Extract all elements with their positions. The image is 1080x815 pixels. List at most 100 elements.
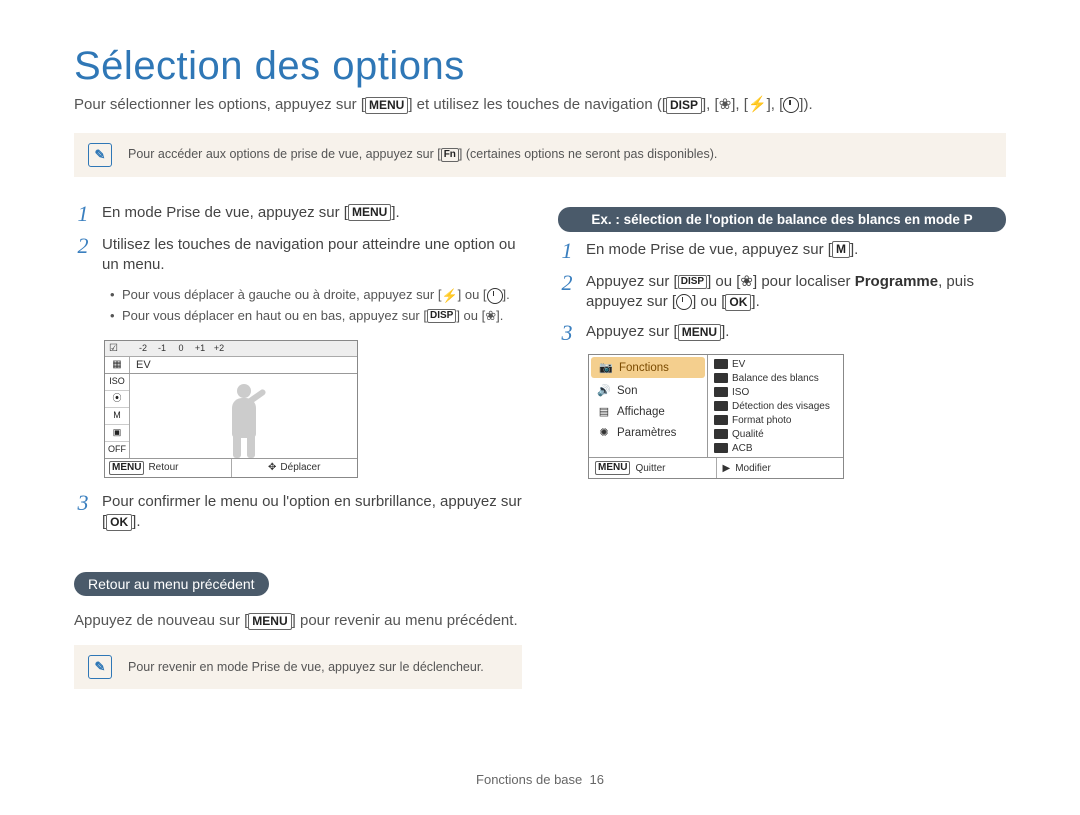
footer-section: Fonctions de base xyxy=(476,772,582,787)
timer-icon xyxy=(783,97,799,113)
ok-key-icon: OK xyxy=(725,294,751,311)
opt-icon xyxy=(714,415,728,425)
r-step-3: 3 Appuyez sur [MENU]. xyxy=(558,322,1006,344)
camera-lcd-2: 📷Fonctions 🔊Son ▤Affichage ✺Paramètres E… xyxy=(588,354,844,479)
ev-scale: -2 -1 0 +1 +2 xyxy=(135,343,227,353)
step-2: 2 Utilisez les touches de navigation pou… xyxy=(74,235,522,276)
person-silhouette xyxy=(221,384,267,458)
menu-item-affichage: ▤Affichage xyxy=(589,401,707,422)
step-body: En mode Prise de vue, appuyez sur [MENU]… xyxy=(102,203,522,225)
intro-part: ]). xyxy=(799,96,812,113)
step-3: 3 Pour confirmer le menu ou l'option en … xyxy=(74,492,522,533)
dpad-icon: ✥ xyxy=(268,462,276,473)
step-body: En mode Prise de vue, appuyez sur [M]. xyxy=(586,240,1006,262)
lcd-scale-row: ☑ -2 -1 0 +1 +2 xyxy=(105,341,357,357)
side-icon: ISO xyxy=(105,374,129,391)
page-footer: Fonctions de base 16 xyxy=(0,772,1080,787)
lcd2-right-list: EV Balance des blancs ISO Détection des … xyxy=(708,355,843,457)
r-step-1: 1 En mode Prise de vue, appuyez sur [M]. xyxy=(558,240,1006,262)
opt-icon xyxy=(714,429,728,439)
example-heading: Ex. : sélection de l'option de balance d… xyxy=(558,207,1006,232)
gear-icon: ✺ xyxy=(597,426,611,439)
left-column: 1 En mode Prise de vue, appuyez sur [MEN… xyxy=(74,203,522,716)
step-number: 3 xyxy=(74,492,92,533)
camera-icon: 📷 xyxy=(599,361,613,374)
substep: Pour vous déplacer en haut ou en bas, ap… xyxy=(110,306,522,326)
menu-key-icon: MENU xyxy=(248,613,291,630)
disp-key-icon: DISP xyxy=(678,275,707,289)
return-heading: Retour au menu précédent xyxy=(74,572,269,596)
fn-key-icon: Fn xyxy=(441,148,459,162)
substeps: Pour vous déplacer à gauche ou à droite,… xyxy=(110,285,522,326)
disp-key-icon: DISP xyxy=(666,97,702,114)
macro-icon: ❀ xyxy=(485,306,496,326)
return-text: Appuyez de nouveau sur [MENU] pour reven… xyxy=(74,610,522,631)
menu-item-fonctions: 📷Fonctions xyxy=(591,357,705,378)
macro-icon: ❀ xyxy=(719,95,732,115)
menu-key-icon: MENU xyxy=(348,204,391,221)
disp-key-icon: DISP xyxy=(427,309,456,323)
footer-page-number: 16 xyxy=(590,772,604,787)
intro-part: ] et utilisez les touches de navigation … xyxy=(408,96,666,113)
list-item: Balance des blancs xyxy=(708,371,843,385)
ev-label: EV xyxy=(130,357,357,373)
r-step-2: 2 Appuyez sur [DISP] ou [❀] pour localis… xyxy=(558,272,1006,313)
programme-label: Programme xyxy=(855,273,938,290)
menu-key-icon: MENU xyxy=(678,324,721,341)
flash-icon: ⚡ xyxy=(441,286,457,306)
side-icon: ⦿ xyxy=(105,391,129,408)
opt-icon xyxy=(714,359,728,369)
menu-item-parametres: ✺Paramètres xyxy=(589,422,707,443)
note-text: Pour accéder aux options de prise de vue… xyxy=(128,147,717,162)
lcd2-body: 📷Fonctions 🔊Son ▤Affichage ✺Paramètres E… xyxy=(589,355,843,457)
lcd2-modify: ▶Modifier xyxy=(716,458,844,478)
note-icon: ✎ xyxy=(88,655,112,679)
list-item: Détection des visages xyxy=(708,399,843,413)
side-icon: OFF xyxy=(105,442,129,458)
sound-icon: 🔊 xyxy=(597,384,611,397)
note-box-2: ✎ Pour revenir en mode Prise de vue, app… xyxy=(74,645,522,689)
ok-key-icon: OK xyxy=(106,514,132,531)
lcd2-left-menu: 📷Fonctions 🔊Son ▤Affichage ✺Paramètres xyxy=(589,355,708,457)
menu-key-icon: MENU xyxy=(595,461,630,475)
step-number: 3 xyxy=(558,322,576,344)
lcd2-footer: MENUQuitter ▶Modifier xyxy=(589,457,843,478)
manual-page: Sélection des options Pour sélectionner … xyxy=(0,0,1080,815)
step-body: Appuyez sur [MENU]. xyxy=(586,322,1006,344)
lcd-back: MENURetour xyxy=(105,459,231,477)
step-number: 1 xyxy=(558,240,576,262)
side-icon: ▣ xyxy=(105,425,129,442)
step-body: Pour confirmer le menu ou l'option en su… xyxy=(102,492,522,533)
step-1: 1 En mode Prise de vue, appuyez sur [MEN… xyxy=(74,203,522,225)
columns: 1 En mode Prise de vue, appuyez sur [MEN… xyxy=(74,203,1006,716)
lcd-ev-row: ▦ EV xyxy=(105,357,357,374)
intro-text: Pour sélectionner les options, appuyez s… xyxy=(74,95,1006,115)
wb-icon: ▦ xyxy=(105,357,130,373)
step-body: Appuyez sur [DISP] ou [❀] pour localiser… xyxy=(586,272,1006,313)
page-title: Sélection des options xyxy=(74,44,1006,89)
flash-icon: ⚡ xyxy=(748,95,767,115)
menu-item-son: 🔊Son xyxy=(589,380,707,401)
intro-part: Pour sélectionner les options, appuyez s… xyxy=(74,96,365,113)
step-body: Utilisez les touches de navigation pour … xyxy=(102,235,522,276)
note-text: Pour revenir en mode Prise de vue, appuy… xyxy=(128,660,484,674)
substep: Pour vous déplacer à gauche ou à droite,… xyxy=(110,285,522,305)
macro-icon: ❀ xyxy=(740,272,753,292)
note-box: ✎ Pour accéder aux options de prise de v… xyxy=(74,133,1006,177)
opt-icon xyxy=(714,443,728,453)
list-item: Format photo xyxy=(708,413,843,427)
list-item: ISO xyxy=(708,385,843,399)
opt-icon xyxy=(714,387,728,397)
mode-key-icon: M xyxy=(832,241,850,258)
camera-lcd-1: ☑ -2 -1 0 +1 +2 ▦ EV ISO ⦿ xyxy=(104,340,358,478)
opt-icon xyxy=(714,373,728,383)
step-number: 2 xyxy=(558,272,576,313)
right-column: Ex. : sélection de l'option de balance d… xyxy=(558,203,1006,716)
timer-icon xyxy=(676,294,692,310)
list-item: EV xyxy=(708,357,843,371)
preview-canvas xyxy=(130,374,357,458)
opt-icon xyxy=(714,401,728,411)
lcd-move: ✥Déplacer xyxy=(231,459,358,477)
lcd-footer: MENURetour ✥Déplacer xyxy=(105,458,357,477)
menu-key-icon: MENU xyxy=(109,461,144,475)
